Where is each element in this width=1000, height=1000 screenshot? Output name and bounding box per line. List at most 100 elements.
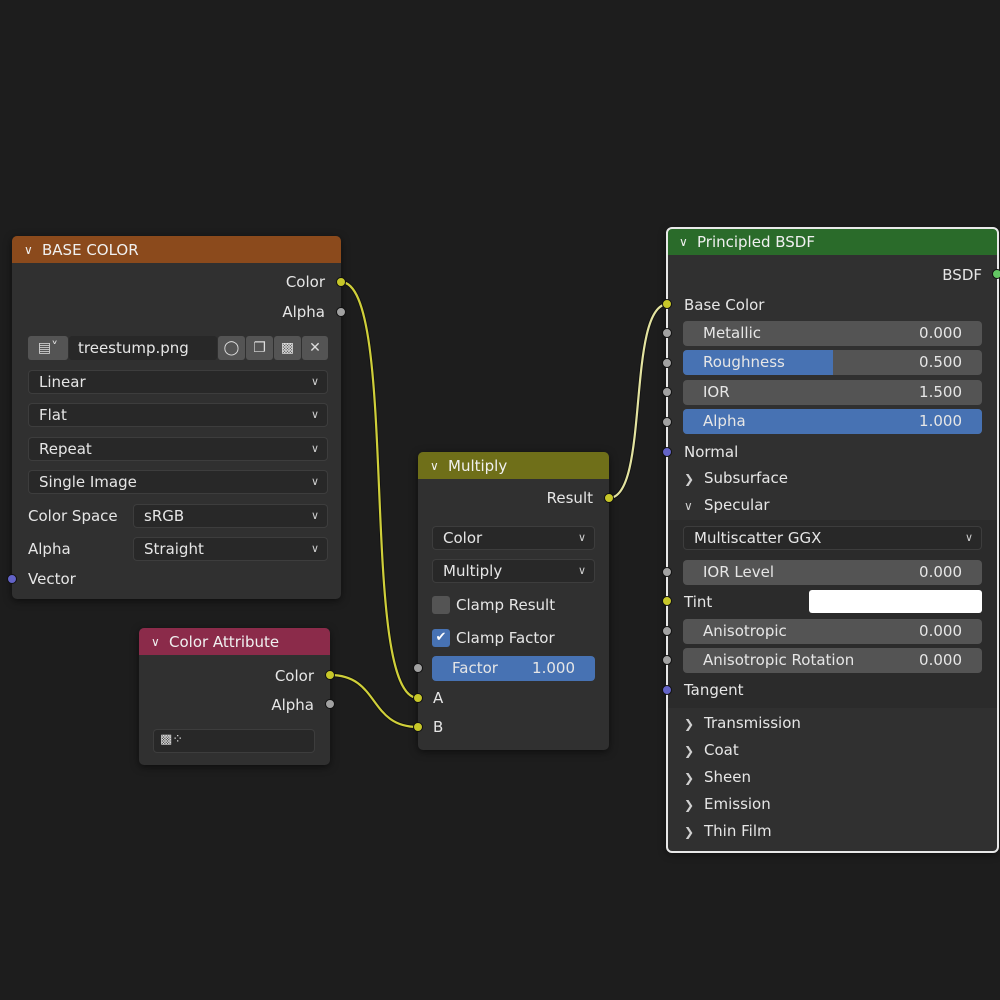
anisotropic-rotation-field[interactable]: Anisotropic Rotation 0.000 [683, 648, 982, 673]
metallic-field[interactable]: Metallic 0.000 [683, 321, 982, 346]
factor-slider[interactable]: Factor 1.000 [432, 656, 595, 681]
attribute-color-output-socket[interactable] [325, 670, 335, 680]
normal-input-socket[interactable] [662, 447, 672, 457]
ior-label: IOR [703, 383, 730, 401]
anisotropic-input-socket[interactable] [662, 626, 672, 636]
roughness-value: 0.500 [919, 353, 962, 371]
projection-dropdown[interactable]: Flat ∨ [28, 403, 328, 427]
emission-panel-header[interactable]: ❯ Emission [668, 791, 997, 817]
pack-image-button[interactable]: ▩ [274, 336, 301, 360]
attribute-name-field[interactable]: ▩⁘ [153, 729, 315, 753]
chevron-right-icon: ❯ [684, 744, 695, 758]
distribution-dropdown[interactable]: Multiscatter GGX ∨ [683, 526, 982, 550]
anisotropic-rotation-input-socket[interactable] [662, 655, 672, 665]
anisotropic-label: Anisotropic [703, 622, 787, 640]
unlink-image-button[interactable]: ✕ [302, 336, 328, 360]
clamp-factor-checkbox[interactable]: ✔ [432, 629, 450, 647]
color-attribute-icon: ▩⁘ [160, 732, 184, 747]
blend-type-dropdown[interactable]: Multiply ∨ [432, 559, 595, 583]
mix-b-input-socket[interactable] [413, 722, 423, 732]
principled-bsdf-node[interactable]: ∨ Principled BSDF BSDF Base Color Metall… [666, 227, 999, 853]
image-texture-node[interactable]: ∨ BASE COLOR Color Alpha ▤˅ treestump.pn… [12, 236, 341, 599]
image-name-field[interactable]: treestump.png [69, 336, 217, 360]
chevron-down-icon: ∨ [310, 442, 319, 455]
anisotropic-field[interactable]: Anisotropic 0.000 [683, 619, 982, 644]
factor-label: Factor [452, 659, 498, 677]
subsurface-panel-header[interactable]: ❯ Subsurface [668, 465, 997, 491]
duplicate-image-button[interactable]: ❐ [246, 336, 273, 360]
thin-film-panel-header[interactable]: ❯ Thin Film [668, 818, 997, 844]
mix-node-header[interactable]: ∨ Multiply [418, 452, 609, 479]
base-color-input-socket[interactable] [662, 299, 672, 309]
tint-color-swatch[interactable] [809, 590, 982, 613]
coat-panel-header[interactable]: ❯ Coat [668, 737, 997, 763]
chevron-down-icon: ∨ [310, 408, 319, 421]
alpha-field[interactable]: Alpha 1.000 [683, 409, 982, 434]
mix-factor-input-socket[interactable] [413, 663, 423, 673]
sheen-panel-header[interactable]: ❯ Sheen [668, 764, 997, 790]
chevron-down-icon: ∨ [964, 531, 973, 544]
image-color-output-socket[interactable] [336, 277, 346, 287]
chevron-right-icon: ❯ [684, 472, 695, 486]
roughness-field[interactable]: Roughness 0.500 [683, 350, 982, 375]
chevron-right-icon: ❯ [684, 771, 695, 785]
ior-level-field[interactable]: IOR Level 0.000 [683, 560, 982, 585]
distribution-value: Multiscatter GGX [694, 529, 822, 547]
interpolation-dropdown[interactable]: Linear ∨ [28, 370, 328, 394]
metallic-input-socket[interactable] [662, 328, 672, 338]
vector-input-label: Vector [28, 570, 76, 588]
chevron-down-icon: ∨ [310, 475, 319, 488]
image-browse-icon: ▤˅ [37, 340, 59, 356]
image-browse-button[interactable]: ▤˅ [28, 336, 68, 360]
image-texture-node-header[interactable]: ∨ BASE COLOR [12, 236, 341, 263]
output-color-label: Color [285, 273, 325, 291]
color-attribute-node-header[interactable]: ∨ Color Attribute [139, 628, 330, 655]
fake-user-shield-icon: ◯ [223, 340, 240, 356]
extension-dropdown[interactable]: Repeat ∨ [28, 437, 328, 461]
bsdf-output-socket[interactable] [992, 269, 1000, 279]
link-attribute-color-to-mix-b [329, 673, 419, 729]
mix-a-input-socket[interactable] [413, 693, 423, 703]
thin-film-label: Thin Film [704, 822, 772, 840]
source-dropdown[interactable]: Single Image ∨ [28, 470, 328, 494]
image-alpha-output-socket[interactable] [336, 307, 346, 317]
clamp-result-checkbox[interactable] [432, 596, 450, 614]
tangent-input-socket[interactable] [662, 685, 672, 695]
mix-multiply-node[interactable]: ∨ Multiply Result Color ∨ Multiply ∨ Cla… [418, 452, 609, 750]
output-result-label: Result [546, 489, 593, 507]
fake-user-button[interactable]: ◯ [218, 336, 245, 360]
mix-result-output-socket[interactable] [604, 493, 614, 503]
specular-label: Specular [704, 496, 770, 514]
ior-field[interactable]: IOR 1.500 [683, 380, 982, 405]
subsurface-label: Subsurface [704, 469, 788, 487]
bsdf-node-header[interactable]: ∨ Principled BSDF [667, 228, 998, 255]
chevron-down-icon: ∨ [310, 375, 319, 388]
data-type-dropdown[interactable]: Color ∨ [432, 526, 595, 550]
roughness-input-socket[interactable] [662, 358, 672, 368]
chevron-down-icon: ∨ [684, 499, 693, 513]
tint-input-socket[interactable] [662, 596, 672, 606]
collapse-chevron-icon[interactable]: ∨ [430, 459, 448, 473]
transmission-panel-header[interactable]: ❯ Transmission [668, 710, 997, 736]
specular-panel-header[interactable]: ∨ Specular [668, 492, 997, 518]
ior-value: 1.500 [919, 383, 962, 401]
checkmark-icon: ✔ [435, 630, 447, 645]
alpha-input-socket[interactable] [662, 417, 672, 427]
alpha-mode-dropdown[interactable]: Straight ∨ [133, 537, 328, 561]
collapse-chevron-icon[interactable]: ∨ [679, 235, 697, 249]
source-value: Single Image [39, 473, 137, 491]
ior-level-input-socket[interactable] [662, 567, 672, 577]
image-vector-input-socket[interactable] [7, 574, 17, 584]
node-title: Multiply [448, 456, 508, 475]
color-attribute-node[interactable]: ∨ Color Attribute Color Alpha ▩⁘ [139, 628, 330, 765]
collapse-chevron-icon[interactable]: ∨ [24, 243, 42, 257]
link-mix-result-to-base-color-line [608, 302, 669, 500]
color-space-label: Color Space [28, 507, 118, 525]
tint-label: Tint [684, 593, 713, 611]
collapse-chevron-icon[interactable]: ∨ [151, 635, 169, 649]
ior-input-socket[interactable] [662, 387, 672, 397]
blend-type-value: Multiply [443, 562, 503, 580]
color-space-dropdown[interactable]: sRGB ∨ [133, 504, 328, 528]
attribute-alpha-output-socket[interactable] [325, 699, 335, 709]
node-title: BASE COLOR [42, 240, 139, 259]
